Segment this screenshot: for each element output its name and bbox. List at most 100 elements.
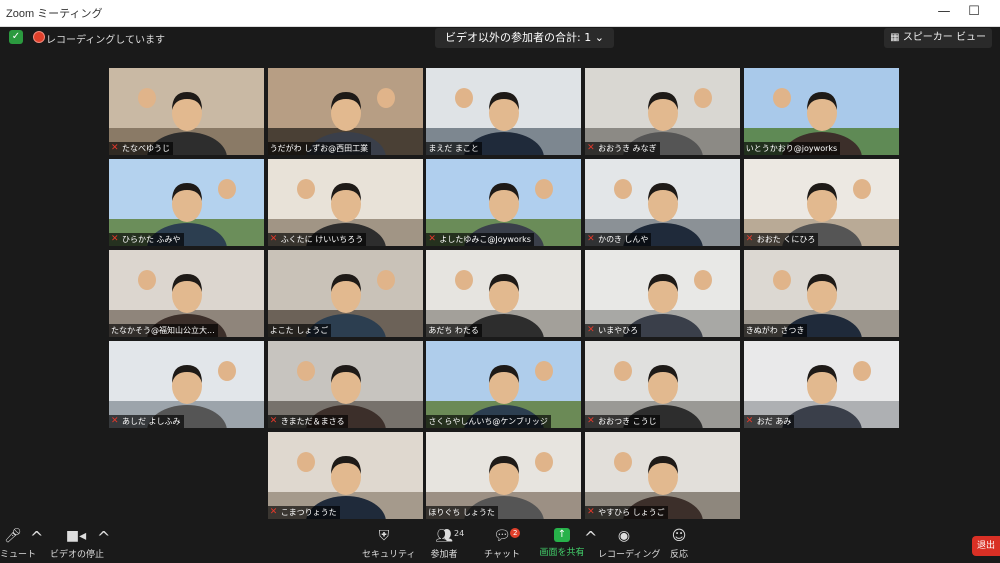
video-options-caret[interactable]: ^ (97, 528, 110, 547)
participant-name-label: ✕ かのき しんや (585, 233, 652, 246)
participant-name: おおた くにひろ (756, 235, 816, 244)
shield-icon: ⛨ (378, 528, 390, 544)
microphone-muted-icon: ✕ (428, 234, 436, 244)
microphone-muted-icon: ✕ (587, 143, 595, 153)
microphone-muted-icon: ✕ (587, 325, 595, 335)
window-titlebar: Zoom ミーティング — ☐ (0, 0, 1000, 27)
participant-name-label: いとうかおり@joyworks (743, 142, 841, 155)
microphone-muted-icon: ✕ (587, 416, 595, 426)
microphone-muted-icon: ✕ (745, 416, 754, 426)
microphone-icon: 🎤︎ (4, 528, 22, 544)
participant-name-label: ✕ ふくたに けいいちろう (267, 233, 367, 246)
participant-name-label: ✕ いまやひろ (585, 324, 642, 337)
video-camera-icon: ■◂ (65, 528, 87, 544)
participant-video-tile[interactable]: ✕ こまつりょうた (267, 432, 423, 519)
participant-name: かのき しんや (598, 235, 649, 244)
participant-name: よこた しょうご (269, 326, 329, 335)
participant-name: たなべゆうじ (122, 144, 170, 153)
participant-video-tile[interactable]: まえだ まこと (426, 68, 582, 155)
participant-name-label: よこた しょうご (267, 324, 332, 337)
participant-name-label: ✕ おだ あみ (743, 415, 795, 428)
microphone-muted-icon: ✕ (269, 234, 278, 244)
participant-name-label: ほりぐち しょうた (426, 506, 498, 519)
participant-name: あだち わたる (428, 326, 479, 335)
chat-button[interactable]: 💬︎ 2 チャット (484, 528, 521, 560)
participant-video-tile[interactable]: ✕ ふくたに けいいちろう (267, 159, 423, 246)
video-gallery: ✕ たなべゆうじ うだがわ しずお@西田工業 まえだ まこと ✕ おおうき みなぎ いとうか… (109, 68, 899, 519)
speaker-view-button[interactable]: ▦ スピーカー ビュー (884, 28, 992, 48)
participant-video-tile[interactable]: あだち わたる (426, 250, 582, 337)
record-button[interactable]: ◉ レコーディング (598, 528, 660, 560)
participant-name-label: ✕ やすひら しょうご (585, 506, 668, 519)
maximize-button[interactable]: ☐ (962, 3, 986, 21)
participant-name: うだがわ しずお@西田工業 (269, 144, 369, 153)
participant-name: おおうき みなぎ (598, 144, 657, 153)
microphone-muted-icon: ✕ (269, 507, 278, 517)
smiley-icon: ☺ (671, 528, 687, 544)
participant-name-label: うだがわ しずお@西田工業 (267, 142, 372, 155)
reactions-button[interactable]: ☺ 反応 (664, 528, 694, 560)
participants-count: 24 (454, 529, 465, 538)
participant-video-tile[interactable]: ✕ いまやひろ (585, 250, 741, 337)
minimize-button[interactable]: — (932, 3, 956, 21)
speaker-view-label: スピーカー ビュー (902, 32, 986, 43)
record-icon: ◉ (617, 528, 631, 544)
participant-name-label: ✕ きまただ＆まさる (267, 415, 348, 428)
meeting-topbar: ✓ レコーディングしています ビデオ以外の参加者の合計: 1 ⌄ ▦ スピーカー… (0, 26, 1000, 50)
stop-video-button[interactable]: ■◂ ビデオの停止 (50, 528, 104, 560)
participant-video-tile[interactable]: よこた しょうご (267, 250, 423, 337)
participant-name: いとうかおり@joyworks (745, 144, 838, 153)
participant-video-tile[interactable]: ✕ おおた くにひろ (743, 159, 899, 246)
participant-name-label: ✕ こまつりょうた (267, 506, 340, 519)
meeting-toolbar: 🎤︎ ミュート ^ ■◂ ビデオの停止 ^ ⛨ セキュリティ 👥︎ 24 参加者… (0, 525, 1000, 563)
participant-name-label: ✕ おおつき こうじ (585, 415, 660, 428)
participant-name-label: ✕ よしたゆみこ@Joyworks (426, 233, 534, 246)
participant-video-tile[interactable]: たなかそう@福知山公立大... (109, 250, 264, 337)
participant-video-tile[interactable]: ✕ おおつき こうじ (585, 341, 741, 428)
participant-video-tile[interactable]: ✕ ひらかた ふみや (109, 159, 264, 246)
participant-video-tile[interactable]: うだがわ しずお@西田工業 (267, 68, 423, 155)
participant-name: いまやひろ (598, 326, 639, 335)
participant-name-label: たなかそう@福知山公立大... (109, 324, 218, 337)
participant-name: きぬがわ さつき (745, 326, 805, 335)
participant-name-label: まえだ まこと (426, 142, 482, 155)
participant-video-tile[interactable]: ✕ おだ あみ (743, 341, 899, 428)
encryption-shield-icon[interactable]: ✓ (9, 30, 23, 44)
participant-video-tile[interactable]: さくらやしんいち@ケンブリッジ (426, 341, 582, 428)
participant-video-tile[interactable]: ✕ きまただ＆まさる (267, 341, 423, 428)
microphone-muted-icon: ✕ (587, 234, 595, 244)
participant-video-tile[interactable]: ✕ かのき しんや (585, 159, 741, 246)
participant-name-label: きぬがわ さつき (743, 324, 808, 337)
participant-video-tile[interactable]: ✕ よしたゆみこ@Joyworks (426, 159, 582, 246)
participant-video-tile[interactable]: いとうかおり@joyworks (743, 68, 899, 155)
participants-button[interactable]: 👥︎ 24 参加者 (424, 528, 464, 560)
microphone-muted-icon: ✕ (111, 143, 119, 153)
mute-options-caret[interactable]: ^ (30, 528, 43, 547)
participant-counter-button[interactable]: ビデオ以外の参加者の合計: 1 ⌄ (435, 28, 614, 48)
grid-icon: ▦ (890, 32, 900, 43)
window-title: Zoom ミーティング (6, 8, 103, 20)
participant-name-label: ✕ あしだ よしふみ (109, 415, 184, 428)
share-screen-button[interactable]: ↑ 画面を共有 (538, 528, 586, 558)
recording-status: レコーディングしています (46, 35, 165, 46)
leave-button[interactable]: 退出 (972, 536, 1000, 556)
participant-video-tile[interactable]: ✕ あしだ よしふみ (109, 341, 264, 428)
participant-video-tile[interactable]: ほりぐち しょうた (426, 432, 582, 519)
participant-name: たなかそう@福知山公立大... (111, 326, 215, 335)
participant-video-tile[interactable]: ✕ やすひら しょうご (585, 432, 741, 519)
microphone-muted-icon: ✕ (269, 416, 278, 426)
participant-name: ほりぐち しょうた (428, 508, 495, 517)
participant-video-tile[interactable]: ✕ おおうき みなぎ (585, 68, 741, 155)
mute-button[interactable]: 🎤︎ ミュート (0, 528, 36, 560)
security-button[interactable]: ⛨ セキュリティ (362, 528, 415, 560)
participant-video-tile[interactable]: きぬがわ さつき (743, 250, 899, 337)
participant-name-label: ✕ おおた くにひろ (743, 233, 819, 246)
participant-video-tile[interactable]: ✕ たなべゆうじ (109, 68, 264, 155)
share-screen-icon: ↑ (554, 528, 570, 542)
participant-name-label: あだち わたる (426, 324, 482, 337)
chevron-down-icon: ⌄ (594, 31, 604, 44)
participant-name-label: ✕ たなべゆうじ (109, 142, 173, 155)
participant-name: おおつき こうじ (598, 417, 657, 426)
participant-name: まえだ まこと (428, 144, 479, 153)
share-options-caret[interactable]: ^ (584, 528, 597, 547)
